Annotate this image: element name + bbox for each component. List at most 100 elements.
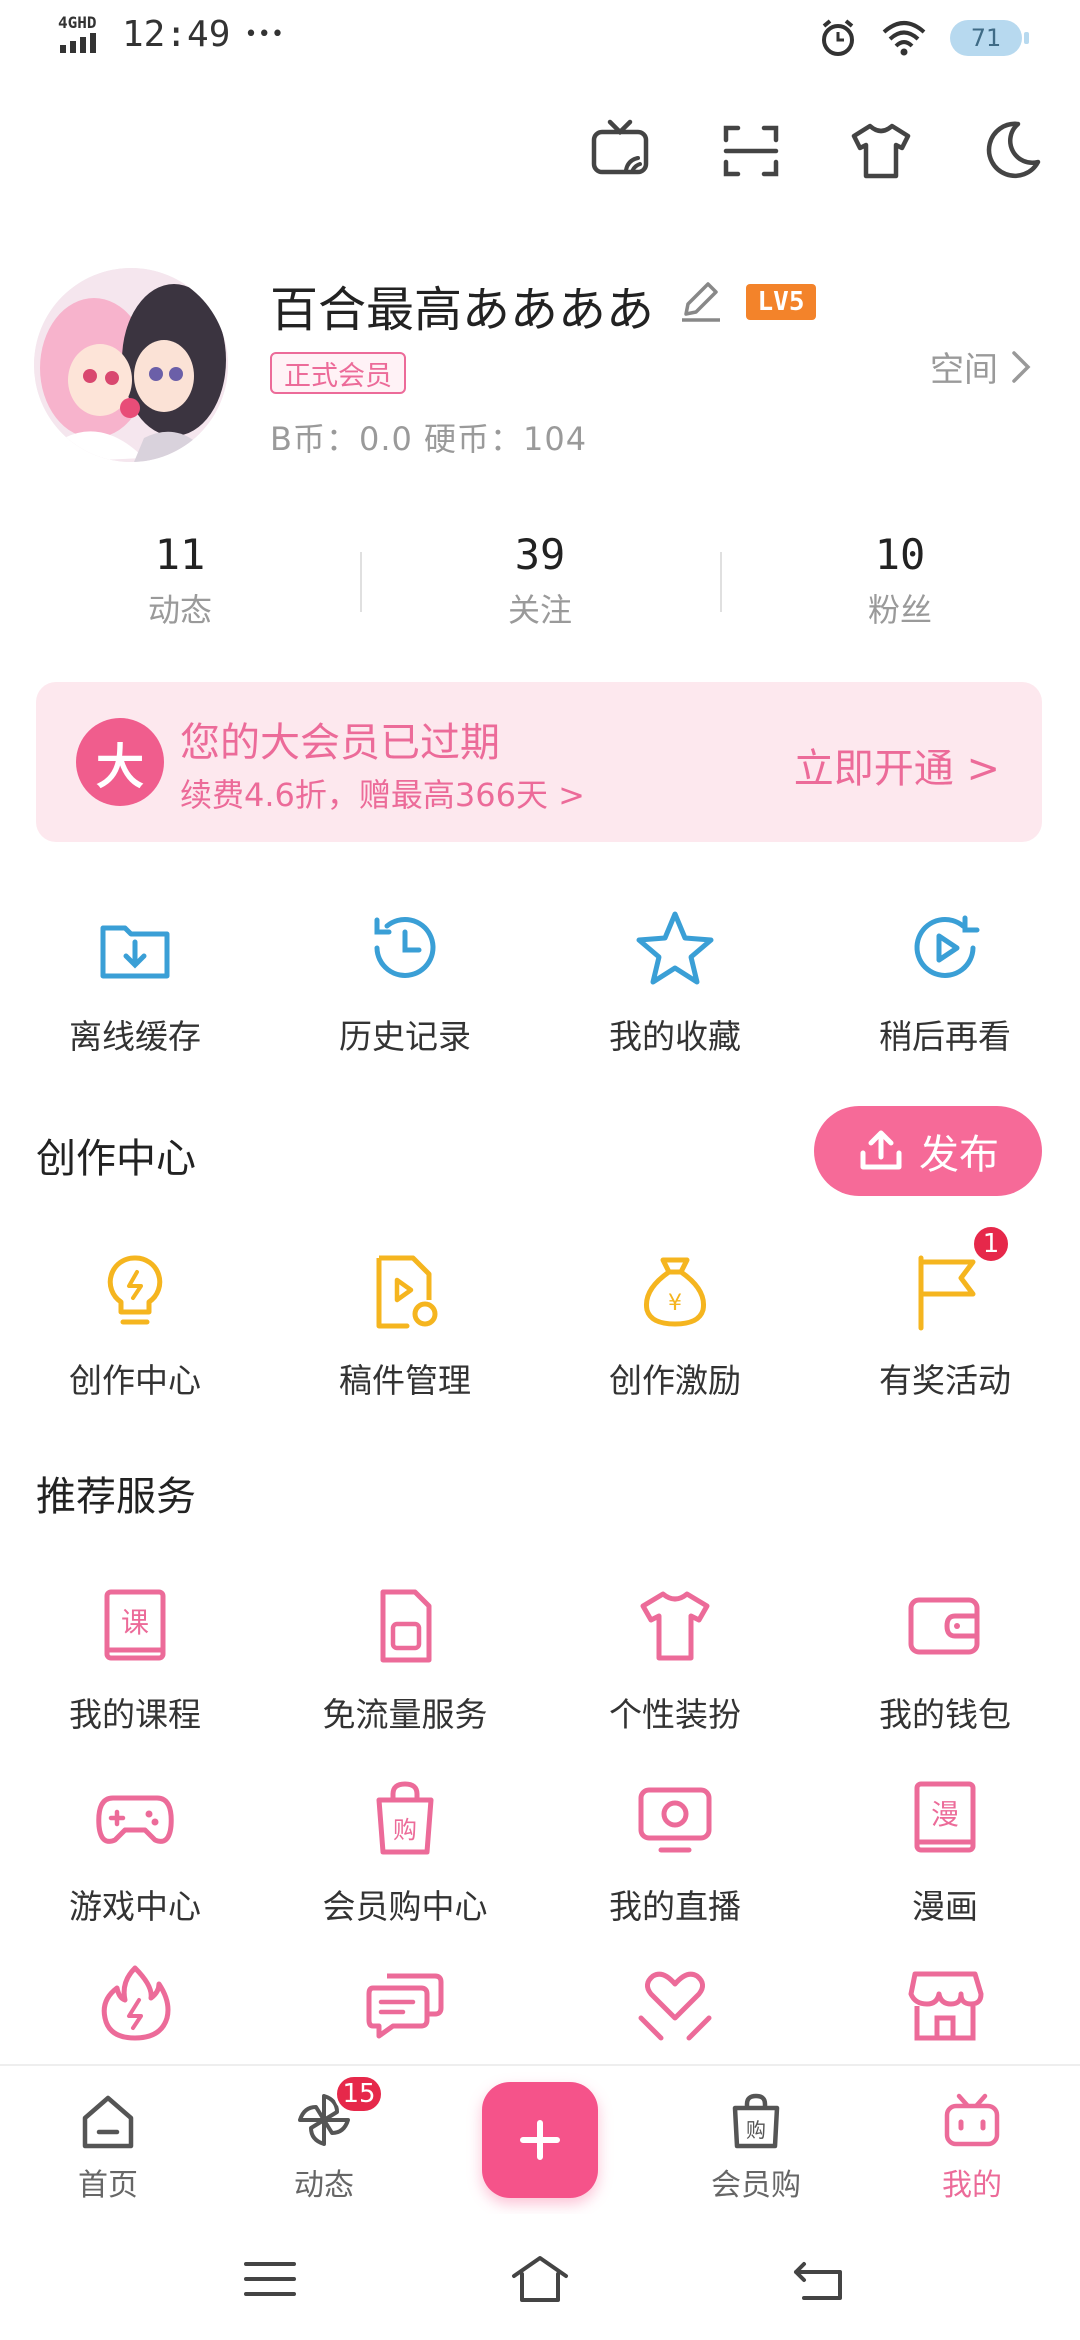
service-wallet[interactable]: 我的钱包 — [810, 1584, 1080, 1736]
notification-badge: 1 — [971, 1224, 1011, 1264]
quick-action-favorites[interactable]: 我的收藏 — [540, 906, 810, 1058]
play-later-icon — [914, 915, 980, 978]
chat-bubbles-icon — [366, 1973, 444, 2039]
alarm-icon — [822, 19, 854, 56]
service-label: 漫画 — [912, 1887, 978, 1926]
quick-action-history[interactable]: 历史记录 — [270, 906, 540, 1058]
bilibili-tv-icon — [944, 2093, 1000, 2147]
shopping-bag-icon: 购 — [376, 1781, 434, 1855]
wifi-icon — [882, 21, 926, 56]
svg-text:¥: ¥ — [668, 1291, 682, 1316]
moon-icon[interactable] — [978, 118, 1044, 184]
service-label: 游戏中心 — [69, 1887, 201, 1926]
tv-cast-icon[interactable] — [588, 118, 654, 184]
publish-button[interactable]: 发布 — [814, 1106, 1042, 1196]
money-bag-icon: ¥ — [643, 1257, 707, 1327]
publish-label: 发布 — [919, 1132, 999, 1178]
system-nav-bar — [0, 2214, 1080, 2340]
top-toolbar — [588, 118, 1044, 184]
stat-following[interactable]: 39 关注 — [360, 530, 720, 640]
service-messages[interactable] — [270, 1962, 540, 2046]
scan-icon[interactable] — [718, 118, 784, 184]
clock: 12:49 — [122, 14, 231, 55]
services-row-3 — [0, 1962, 1080, 2046]
level-badge: LV5 — [746, 284, 816, 320]
service-comics[interactable]: 漫 漫画 — [810, 1776, 1080, 1928]
vip-banner-subtitle: 续费4.6折，赠最高366天 > — [180, 776, 585, 814]
vip-open-button[interactable]: 立即开通 > — [794, 736, 1000, 794]
shopping-bag-icon: 购 — [732, 2093, 780, 2149]
quick-action-label: 历史记录 — [339, 1017, 471, 1056]
creation-item-events[interactable]: 1 有奖活动 — [810, 1224, 1080, 1402]
tab-mine[interactable]: 我的 — [864, 2066, 1080, 2214]
services-row-2: 游戏中心 购 会员购中心 我的直播 漫 漫画 — [0, 1776, 1080, 1928]
service-charity[interactable] — [540, 1962, 810, 2046]
service-label: 免流量服务 — [322, 1695, 488, 1734]
service-game-center[interactable]: 游戏中心 — [0, 1776, 270, 1928]
back-icon[interactable] — [790, 2254, 850, 2304]
creation-item-incentive[interactable]: ¥ 创作激励 — [540, 1250, 810, 1402]
creation-item-label: 稿件管理 — [339, 1361, 471, 1400]
upload-icon — [860, 1130, 902, 1170]
chevron-right-icon — [1012, 350, 1031, 383]
quick-action-offline-cache[interactable]: 离线缓存 — [0, 906, 270, 1058]
comic-book-icon: 漫 — [914, 1781, 976, 1853]
service-hot[interactable] — [0, 1962, 270, 2046]
wallet-icon — [908, 1597, 980, 1655]
creation-item-center[interactable]: 创作中心 — [0, 1250, 270, 1402]
battery-indicator: 71 — [950, 20, 1029, 56]
star-icon — [636, 911, 714, 985]
shirt-icon[interactable] — [848, 118, 914, 184]
tab-label: 我的 — [942, 2168, 1002, 2203]
svg-text:购: 购 — [393, 1816, 417, 1844]
creation-item-label: 有奖活动 — [879, 1361, 1011, 1400]
tab-label: 首页 — [78, 2168, 138, 2203]
quick-action-label: 我的收藏 — [609, 1017, 741, 1056]
service-personal-decor[interactable]: 个性装扮 — [540, 1584, 810, 1736]
tab-dynamic[interactable]: 15 动态 — [216, 2066, 432, 2214]
quick-action-watch-later[interactable]: 稍后再看 — [810, 906, 1080, 1058]
edit-pencil-icon[interactable] — [674, 274, 726, 326]
service-label: 会员购中心 — [322, 1887, 488, 1926]
service-data-free[interactable]: 免流量服务 — [270, 1584, 540, 1736]
service-label: 个性装扮 — [609, 1695, 741, 1734]
service-label: 我的钱包 — [879, 1695, 1011, 1734]
download-folder-icon — [100, 925, 170, 979]
creation-item-manuscripts[interactable]: 稿件管理 — [270, 1250, 540, 1402]
tshirt-icon — [640, 1591, 710, 1661]
services-section-title: 推荐服务 — [36, 1474, 196, 1520]
live-tv-icon — [638, 1787, 712, 1853]
space-link[interactable]: 空间 — [930, 342, 1032, 391]
tab-home[interactable]: 首页 — [0, 2066, 216, 2214]
services-row-1: 课 我的课程 免流量服务 个性装扮 我的钱包 — [0, 1584, 1080, 1736]
avatar[interactable] — [34, 268, 228, 462]
vip-banner-title: 您的大会员已过期 — [180, 720, 500, 766]
space-label: 空间 — [930, 350, 998, 390]
creation-section-title: 创作中心 — [36, 1136, 196, 1182]
menu-icon[interactable] — [240, 2254, 300, 2304]
home-nav-icon[interactable] — [510, 2254, 570, 2304]
more-indicator: ••• — [244, 22, 285, 47]
heart-hands-icon — [638, 1971, 712, 2041]
stat-followers[interactable]: 10 粉丝 — [720, 530, 1080, 640]
service-my-courses[interactable]: 课 我的课程 — [0, 1584, 270, 1736]
stats-row: 11 动态 39 关注 10 粉丝 — [0, 530, 1080, 640]
service-vip-shop[interactable]: 购 会员购中心 — [270, 1776, 540, 1928]
tab-vip-shop[interactable]: 购 会员购 — [648, 2066, 864, 2214]
stat-label: 动态 — [147, 591, 212, 629]
svg-text:购: 购 — [746, 2118, 766, 2142]
quick-actions-grid: 离线缓存 历史记录 我的收藏 稍后再看 — [0, 906, 1080, 1058]
svg-text:漫: 漫 — [931, 1798, 959, 1831]
vip-expired-banner[interactable]: 大 您的大会员已过期 续费4.6折，赠最高366天 > 立即开通 > — [36, 682, 1042, 842]
creation-item-label: 创作中心 — [69, 1361, 201, 1400]
create-plus-button[interactable] — [482, 2082, 598, 2198]
service-my-live[interactable]: 我的直播 — [540, 1776, 810, 1928]
history-clock-icon — [374, 917, 436, 978]
service-store[interactable] — [810, 1962, 1080, 2046]
stat-value: 10 — [874, 530, 926, 579]
stat-label: 粉丝 — [867, 591, 932, 629]
quick-action-label: 稍后再看 — [879, 1017, 1011, 1056]
username[interactable]: 百合最高ああああ — [270, 270, 654, 340]
stat-posts[interactable]: 11 动态 — [0, 530, 360, 640]
home-icon — [82, 2095, 134, 2149]
